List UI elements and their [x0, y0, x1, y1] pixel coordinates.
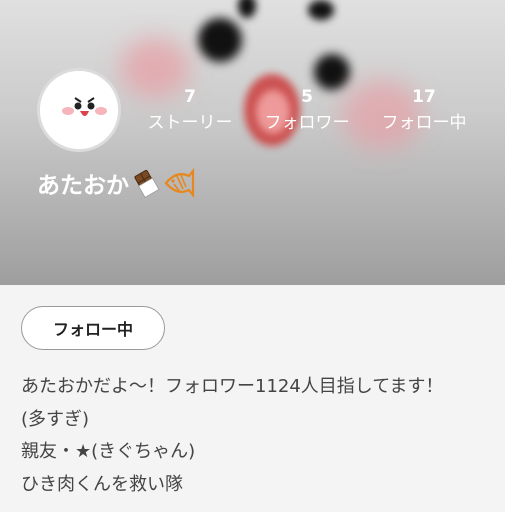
stat-following[interactable]: 17 フォロー中 [364, 86, 484, 138]
stat-stories-label: ストーリー [147, 113, 233, 133]
stat-followers[interactable]: 5 フォロワー [247, 86, 367, 138]
cover-brow-left [238, 0, 256, 18]
bio-line: あたおかだよ〜！フォロワー1124人目指してます！ [21, 376, 444, 397]
stat-followers-count: 5 [301, 87, 313, 107]
profile-name-row: あたおか [37, 166, 195, 200]
following-button[interactable]: フォロー中 [21, 306, 165, 350]
profile-avatar[interactable] [37, 68, 121, 152]
profile-bio: あたおかだよ〜！フォロワー1124人目指してます！ (多すぎ) 親友・★(きぐち… [21, 371, 491, 501]
avatar-face-icon [40, 71, 118, 149]
chocolate-bar-icon [131, 168, 161, 198]
stat-followers-label: フォロワー [264, 113, 350, 133]
stat-following-label: フォロー中 [381, 113, 467, 133]
bio-line: ひき肉くんを救い隊 [21, 473, 183, 495]
bio-line: 親友・★(きぐちゃん) [21, 441, 196, 462]
stat-stories-count: 7 [184, 87, 196, 107]
cover-eye-right [314, 54, 350, 90]
stat-following-count: 17 [412, 87, 436, 107]
cover-brow-right [308, 0, 334, 20]
fish-icon [163, 167, 195, 199]
profile-name: あたおか [37, 173, 129, 199]
cover-eye-left [198, 18, 242, 62]
bio-line: (多すぎ) [21, 408, 90, 430]
stat-stories[interactable]: 7 ストーリー [130, 86, 250, 138]
